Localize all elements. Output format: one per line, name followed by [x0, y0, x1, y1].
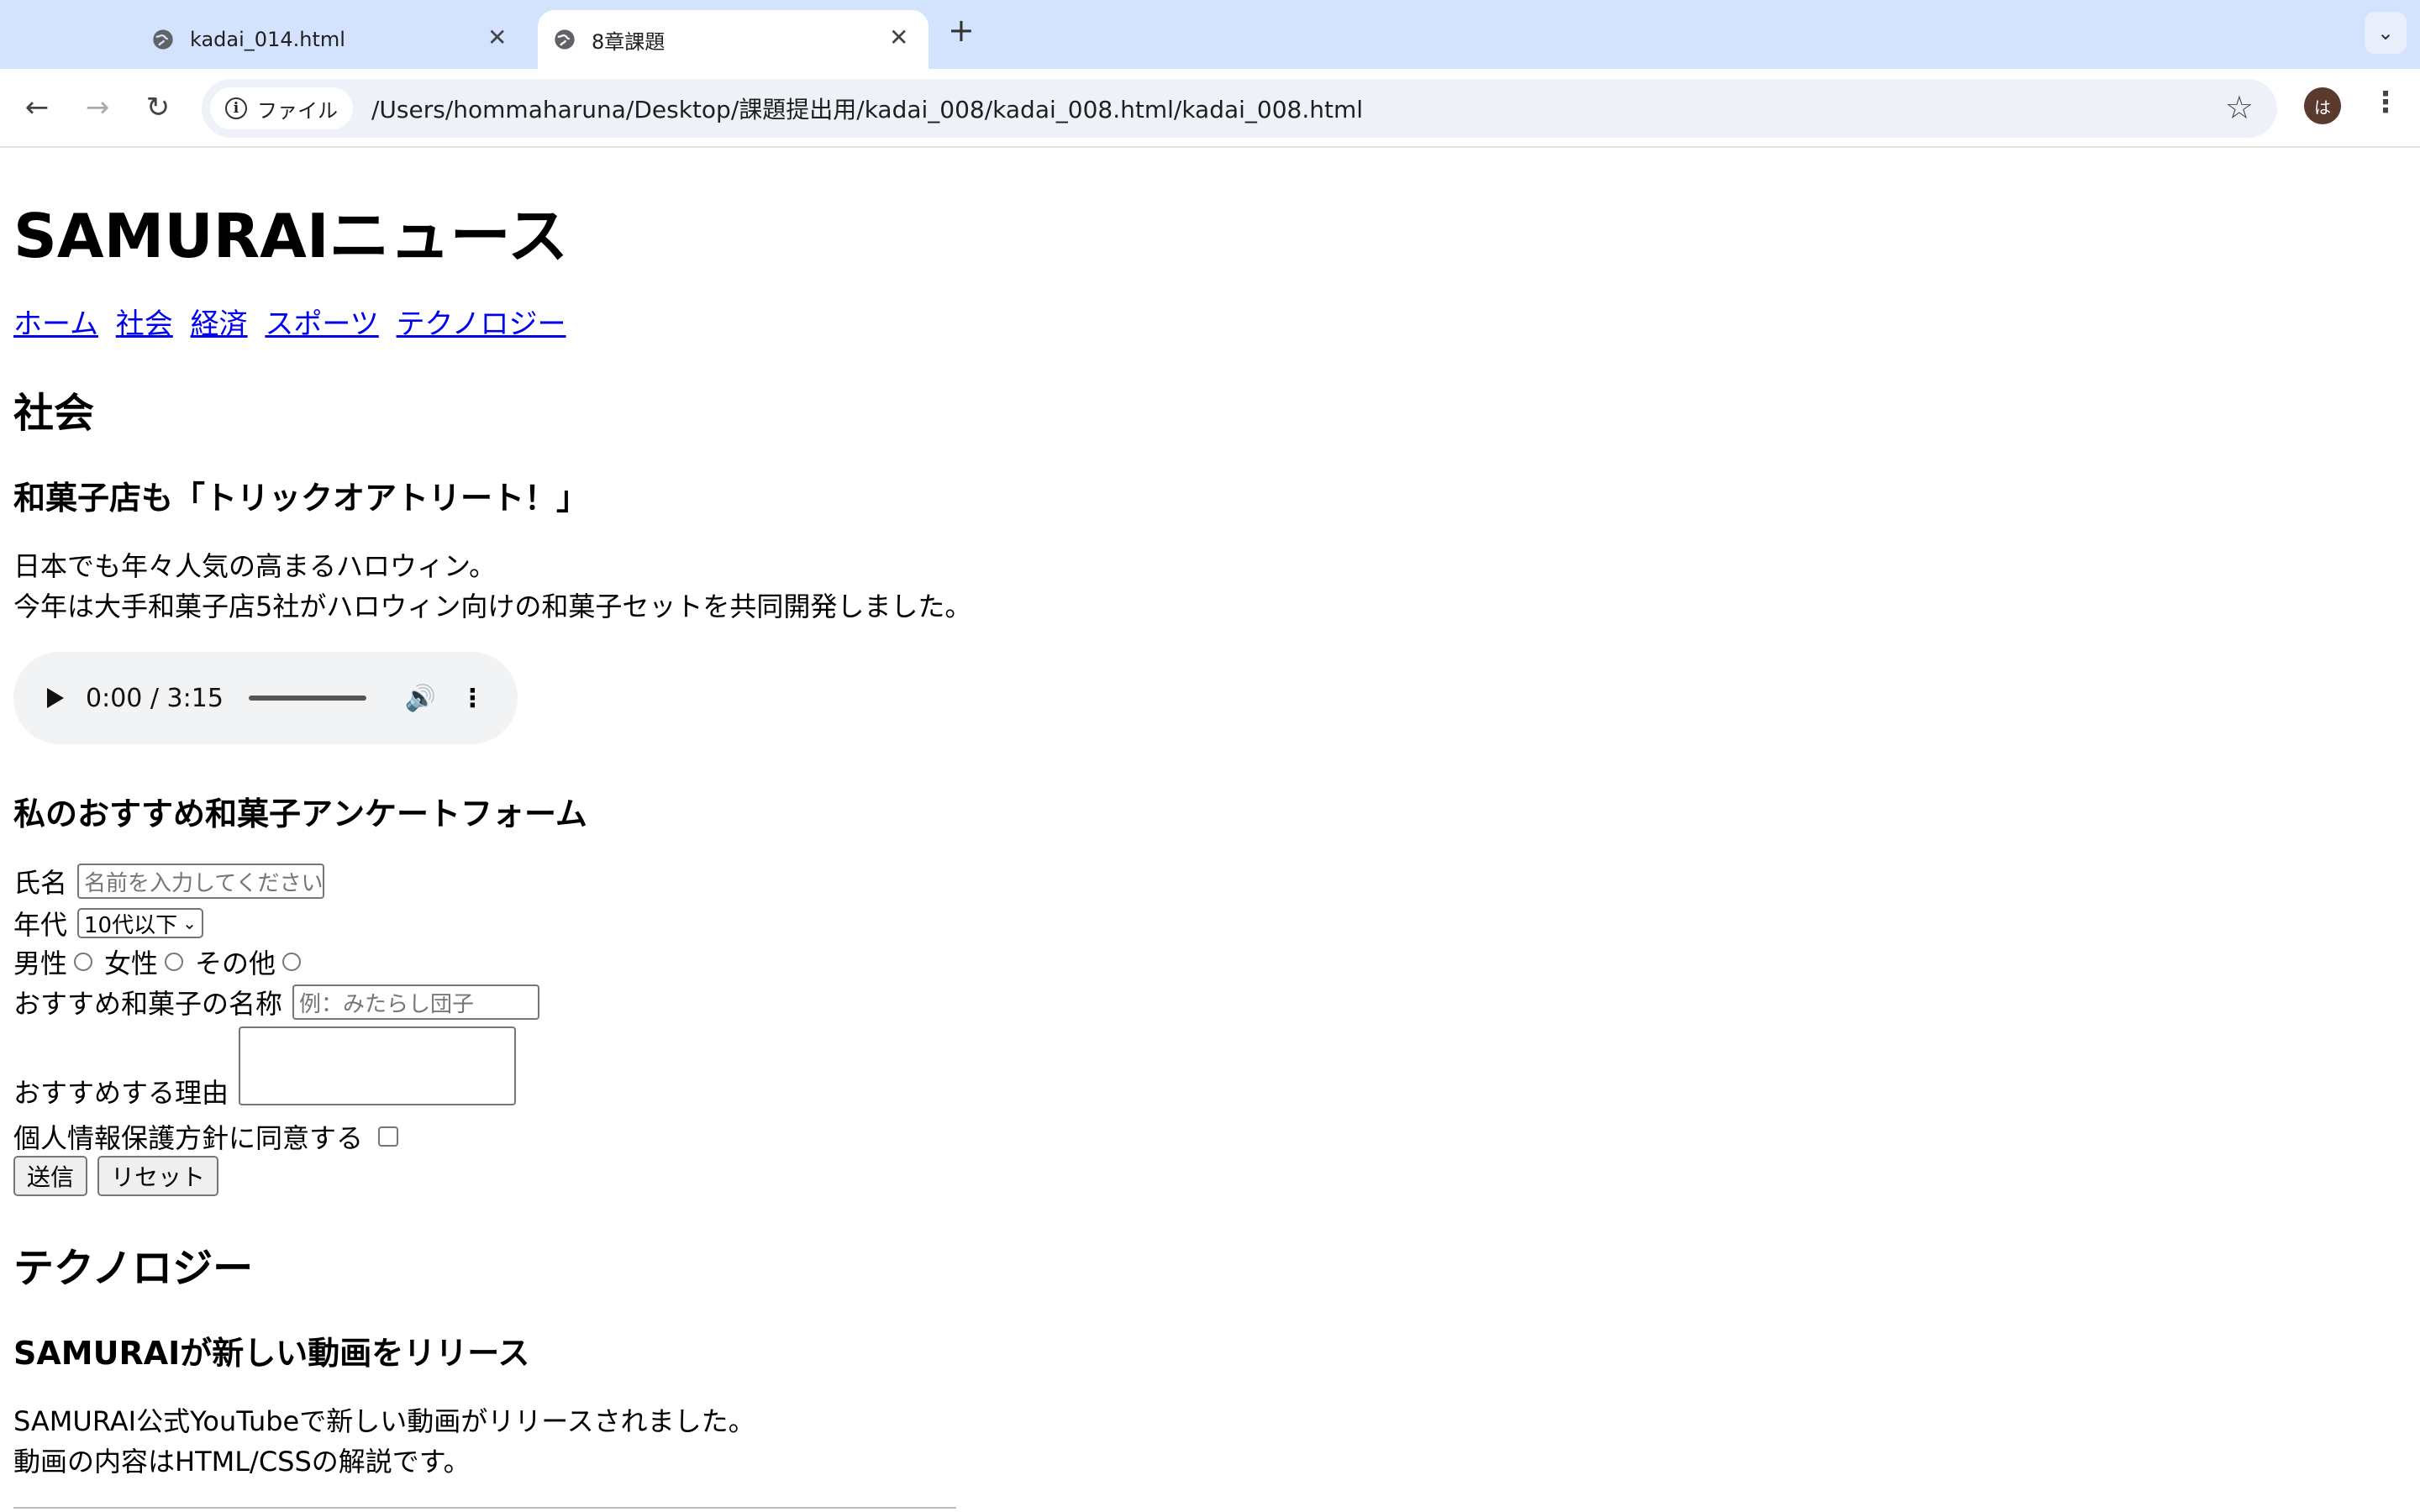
site-title: SAMURAIニュース — [13, 201, 569, 271]
tab-search-chevron-icon[interactable]: ⌄ — [2365, 12, 2407, 54]
reload-icon[interactable]: ↻ — [138, 87, 178, 128]
new-tab-icon[interactable]: + — [948, 12, 975, 49]
name-input[interactable]: 名前を入力してください — [77, 864, 325, 899]
gender-label-other: その他 — [195, 948, 276, 979]
globe-icon — [555, 29, 575, 50]
bookmark-star-icon[interactable]: ☆ — [2225, 89, 2254, 126]
article-line-2: 動画の内容はHTML/CSSの解説です。 — [13, 1446, 471, 1478]
play-icon[interactable] — [47, 688, 64, 708]
age-row: 年代 10代以下 ⌄ — [13, 904, 203, 942]
privacy-label: 個人情報保護方針に同意する — [13, 1122, 364, 1154]
article-title-video: SAMURAIが新しい動画をリリース — [13, 1335, 530, 1372]
audio-time: 0:00 / 3:15 — [86, 683, 224, 713]
forward-arrow-icon[interactable]: → — [77, 87, 118, 128]
gender-radio-male[interactable] — [74, 953, 93, 971]
article-line-2: 今年は大手和菓子店5社がハロウィン向けの和菓子セットを共同開発しました。 — [13, 591, 972, 622]
article-line-1: 日本でも年々人気の高まるハロウィン。 — [13, 550, 497, 582]
nav-link-technology[interactable]: テクノロジー — [397, 307, 566, 341]
survey-title: 私のおすすめ和菓子アンケートフォーム — [13, 795, 587, 832]
gender-label-male: 男性 — [13, 948, 68, 979]
privacy-checkbox[interactable] — [378, 1126, 399, 1147]
gender-radio-female[interactable] — [165, 953, 184, 971]
gender-radio-other[interactable] — [282, 953, 302, 971]
name-label: 氏名 — [13, 867, 68, 899]
back-arrow-icon[interactable]: ← — [17, 87, 57, 128]
address-bar[interactable]: i ファイル /Users/hommaharuna/Desktop/課題提出用/… — [202, 79, 2277, 138]
volume-icon[interactable]: 🔊 — [405, 684, 436, 713]
site-info-chip[interactable]: i ファイル — [210, 87, 353, 129]
url-text[interactable]: /Users/hommaharuna/Desktop/課題提出用/kadai_0… — [371, 92, 1363, 125]
info-icon: i — [225, 97, 247, 119]
nav-link-society[interactable]: 社会 — [116, 307, 173, 341]
age-selected-value: 10代以下 — [84, 912, 178, 938]
audio-player: 0:00 / 3:15 🔊 ⋮ — [13, 652, 518, 744]
globe-icon — [153, 29, 173, 50]
reset-button[interactable]: リセット — [97, 1156, 219, 1196]
sweet-label: おすすめ和菓子の名称 — [13, 988, 283, 1020]
site-info-label: ファイル — [257, 98, 338, 123]
submit-button[interactable]: 送信 — [13, 1156, 88, 1196]
profile-avatar[interactable]: は — [2304, 87, 2341, 124]
gender-row: 男性 女性 その他 — [13, 942, 313, 981]
nav-link-sports[interactable]: スポーツ — [265, 307, 378, 341]
nav-link-home[interactable]: ホーム — [13, 307, 98, 341]
name-row: 氏名 名前を入力してください — [13, 862, 325, 900]
age-label: 年代 — [13, 909, 68, 941]
global-nav: ホーム 社会 経済 スポーツ テクノロジー — [13, 301, 575, 342]
more-options-icon[interactable]: ⋮ — [460, 684, 485, 713]
close-tab-icon[interactable]: ✕ — [889, 24, 908, 51]
nav-link-economy[interactable]: 経済 — [191, 307, 248, 341]
section-heading-technology: テクノロジー — [13, 1245, 254, 1292]
tab-title: kadai_014.html — [190, 28, 345, 51]
article-line-1: SAMURAI公式YouTubeで新しい動画がリリースされました。 — [13, 1405, 755, 1437]
video-frame-top-edge — [13, 1507, 956, 1509]
tab-strip: kadai_014.html ✕ 8章課題 ✕ + ⌄ — [0, 0, 2420, 69]
tab-kadai-014[interactable]: kadai_014.html ✕ — [151, 10, 529, 69]
privacy-row: 個人情報保護方針に同意する — [13, 1117, 399, 1156]
tab-chapter-8[interactable]: 8章課題 ✕ — [538, 10, 929, 69]
gender-label-female: 女性 — [104, 948, 159, 979]
kebab-menu-icon[interactable]: ⋮ — [2371, 86, 2400, 119]
audio-progress-slider[interactable] — [248, 696, 366, 701]
age-select[interactable]: 10代以下 ⌄ — [77, 908, 203, 938]
browser-toolbar: ← → ↻ i ファイル /Users/hommaharuna/Desktop/… — [0, 69, 2420, 148]
tab-title: 8章課題 — [592, 29, 666, 54]
section-heading-society: 社会 — [13, 390, 95, 437]
chevron-down-icon: ⌄ — [182, 913, 197, 933]
close-tab-icon[interactable]: ✕ — [487, 24, 507, 51]
article-title-halloween: 和菓子店も「トリックオアトリート！」 — [13, 480, 589, 517]
reason-textarea[interactable] — [239, 1026, 517, 1105]
sweet-input[interactable]: 例：みたらし団子 — [292, 984, 540, 1020]
sweet-row: おすすめ和菓子の名称 例：みたらし団子 — [13, 983, 540, 1021]
reason-row: おすすめする理由 — [13, 1026, 517, 1109]
form-buttons: 送信 リセット — [13, 1156, 229, 1196]
reason-label: おすすめする理由 — [13, 1077, 229, 1109]
